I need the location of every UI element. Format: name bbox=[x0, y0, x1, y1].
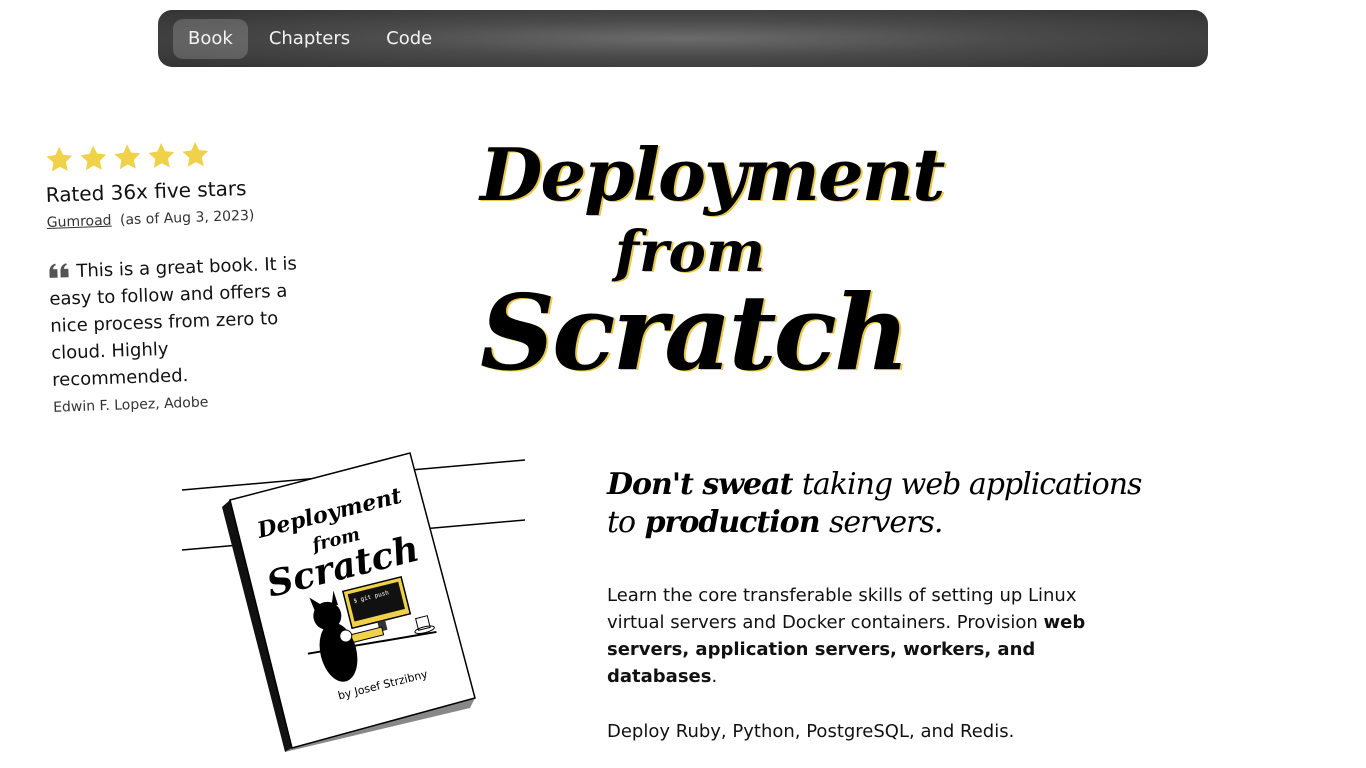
nav-book[interactable]: Book bbox=[173, 18, 248, 59]
intro-text: Learn the core transferable skills of se… bbox=[607, 585, 1077, 633]
title-line-deployment: Deployment bbox=[480, 132, 945, 217]
rating-date: (as of Aug 3, 2023) bbox=[119, 207, 255, 229]
star-icon bbox=[46, 146, 73, 172]
gumroad-link[interactable]: Gumroad bbox=[46, 213, 111, 231]
quote-icon bbox=[49, 263, 69, 278]
tagline: Don't sweat taking web applications to p… bbox=[607, 466, 1147, 542]
tagline-dont-sweat: Don't sweat bbox=[607, 467, 793, 502]
tagline-servers: servers. bbox=[828, 505, 943, 540]
intro-end: . bbox=[711, 666, 718, 687]
book-title: Deployment from Scratch bbox=[480, 130, 945, 394]
coffee-mug bbox=[415, 615, 431, 631]
testimonial-author: Edwin F. Lopez, Adobe bbox=[52, 394, 209, 416]
star-icon bbox=[182, 141, 209, 167]
rating-source: Gumroad (as of Aug 3, 2023) bbox=[46, 206, 306, 231]
star-icon bbox=[80, 145, 107, 171]
nav-chapters[interactable]: Chapters bbox=[254, 19, 365, 59]
rating-stars bbox=[44, 136, 305, 175]
star-icon bbox=[114, 144, 141, 170]
book-cover-illustration: Deployment from Scratch $ git push by Jo… bbox=[180, 450, 530, 760]
star-icon bbox=[148, 143, 175, 168]
testimonial-quote: This is a great book. It is easy to foll… bbox=[48, 250, 303, 394]
book-cover-svg: Deployment from Scratch $ git push by Jo… bbox=[181, 452, 526, 752]
nav-code[interactable]: Code bbox=[371, 19, 447, 59]
title-line-scratch: Scratch bbox=[480, 271, 910, 394]
intro-paragraph: Learn the core transferable skills of se… bbox=[607, 582, 1107, 690]
rating-summary: Rated 36x five stars bbox=[45, 175, 247, 207]
quote-text: This is a great book. It is easy to foll… bbox=[49, 253, 298, 391]
top-nav: Book Chapters Code bbox=[158, 10, 1208, 67]
deploy-paragraph: Deploy Ruby, Python, PostgreSQL, and Red… bbox=[607, 721, 1015, 742]
review-block: Rated 36x five stars Gumroad (as of Aug … bbox=[44, 136, 313, 416]
tagline-production: production bbox=[644, 505, 821, 540]
